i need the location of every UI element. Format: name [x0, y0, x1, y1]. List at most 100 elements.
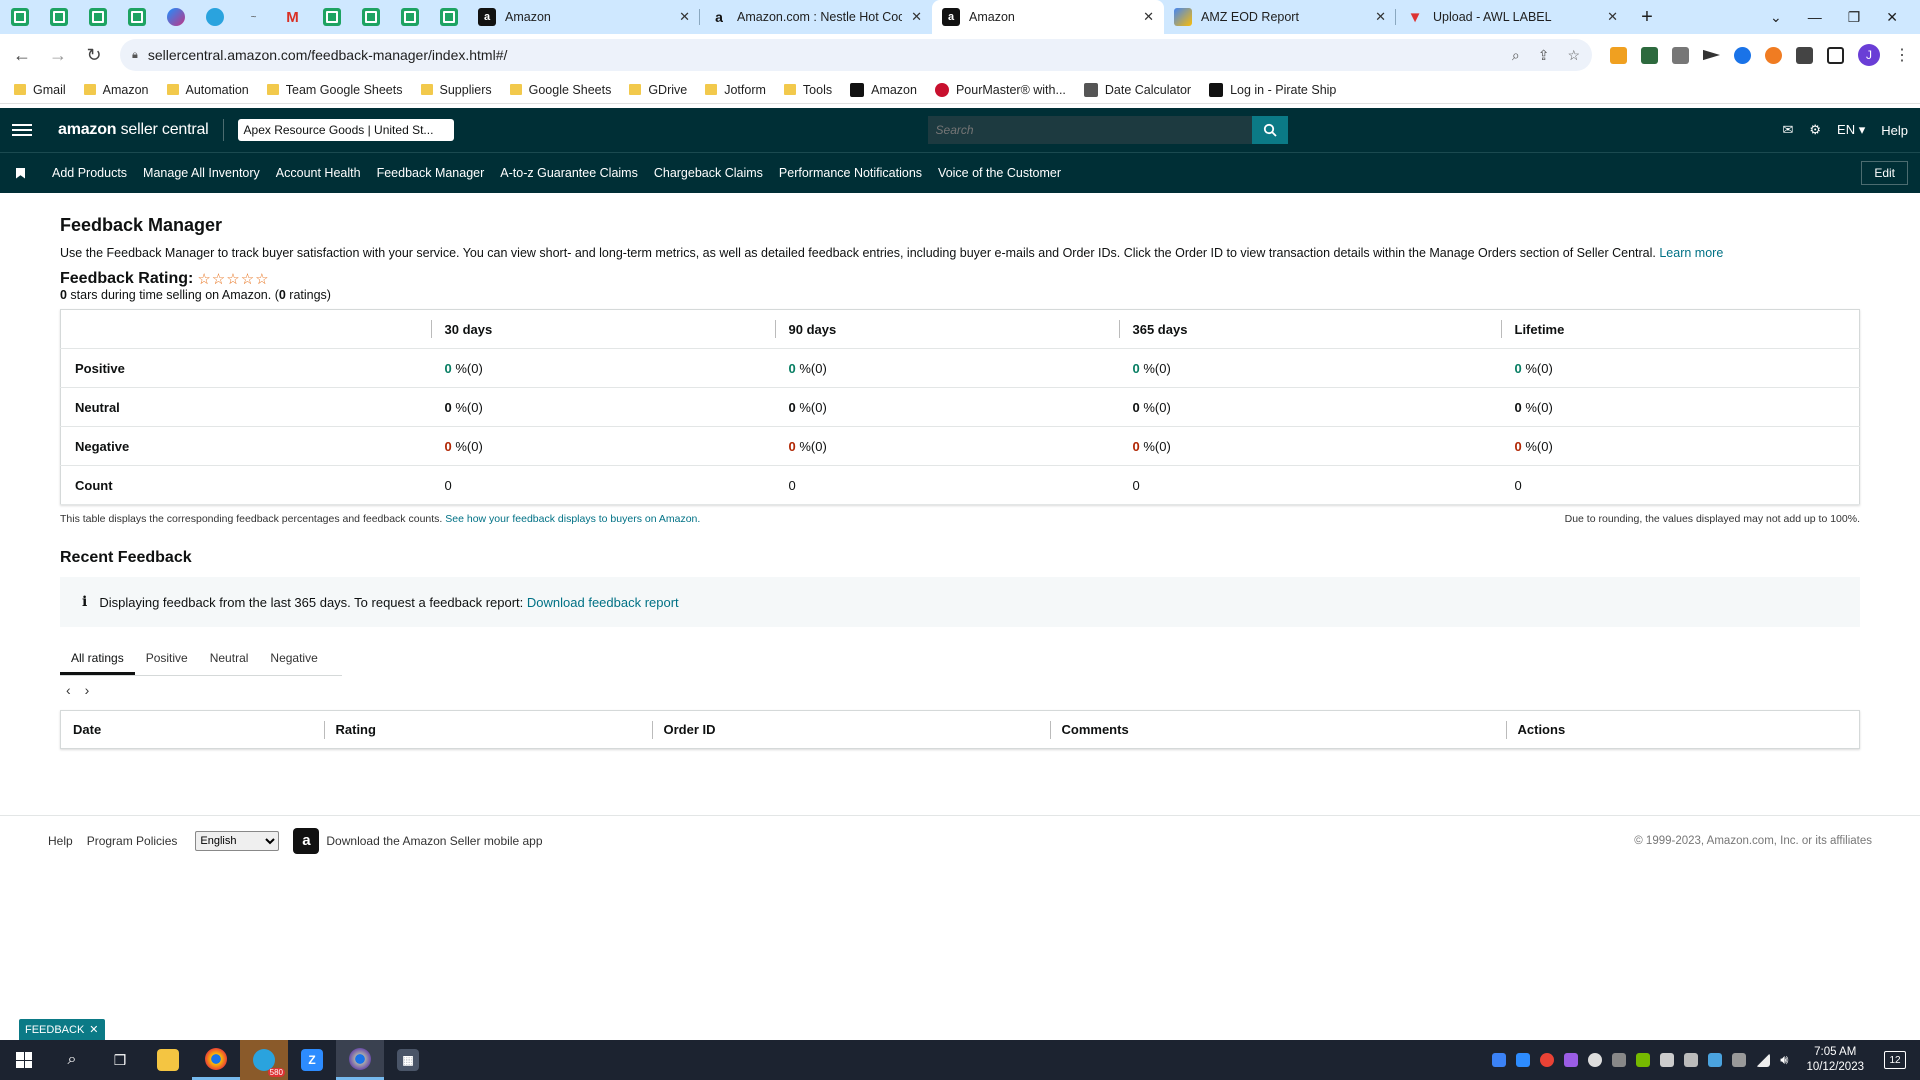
- close-icon[interactable]: ✕: [1375, 9, 1386, 25]
- nav-bookmark-icon[interactable]: [16, 167, 25, 179]
- off-extension-icon[interactable]: [1672, 46, 1689, 64]
- bookmark-jotform[interactable]: Jotform: [705, 83, 766, 97]
- tab-negative[interactable]: Negative: [259, 641, 328, 675]
- nvidia-icon[interactable]: [1636, 1053, 1651, 1067]
- nav-manage-inventory[interactable]: Manage All Inventory: [143, 166, 260, 180]
- learn-more-link[interactable]: Learn more: [1659, 246, 1723, 260]
- edit-nav-button[interactable]: Edit: [1861, 161, 1908, 185]
- cursor-extension-icon[interactable]: [1703, 49, 1720, 61]
- tab-search-icon[interactable]: ⌄: [1770, 9, 1782, 26]
- storage-icon[interactable]: [1612, 1053, 1627, 1067]
- nav-chargeback-claims[interactable]: Chargeback Claims: [654, 166, 763, 180]
- how-feedback-displays-link[interactable]: See how your feedback displays to buyers…: [445, 513, 700, 525]
- pinned-tab-sheets[interactable]: [312, 0, 351, 34]
- close-window-icon[interactable]: ✕: [1886, 9, 1898, 26]
- pinned-tab-sheets[interactable]: [429, 0, 468, 34]
- share-icon[interactable]: ⇪: [1538, 47, 1550, 64]
- bookmark-pourmaster[interactable]: PourMaster® with...: [934, 82, 1066, 97]
- minimize-icon[interactable]: —: [1808, 9, 1822, 25]
- chevron-left-icon[interactable]: ‹: [66, 682, 71, 698]
- battery-icon[interactable]: [1732, 1053, 1747, 1067]
- footer-program-policies-link[interactable]: Program Policies: [87, 834, 178, 848]
- bookmark-amazon-folder[interactable]: Amazon: [83, 83, 149, 97]
- close-icon[interactable]: ✕: [679, 9, 690, 25]
- lock-icon[interactable]: 🔒︎: [132, 49, 138, 62]
- seller-central-logo[interactable]: amazon seller central: [58, 121, 209, 139]
- close-icon[interactable]: ✕: [89, 1023, 98, 1036]
- nav-performance-notifications[interactable]: Performance Notifications: [779, 166, 922, 180]
- system-clock[interactable]: 7:05 AM 10/12/2023: [1806, 1045, 1864, 1075]
- browser-tab-active[interactable]: a Amazon ✕: [932, 0, 1164, 34]
- forward-button[interactable]: →: [44, 41, 72, 69]
- tab-positive[interactable]: Positive: [135, 641, 199, 675]
- hamburger-menu-icon[interactable]: [12, 124, 32, 136]
- account-switcher[interactable]: Apex Resource Goods | United St...: [237, 119, 454, 141]
- keyboard-icon[interactable]: [1708, 1053, 1723, 1067]
- pinned-tab-sheets[interactable]: [351, 0, 390, 34]
- bookmark-team-google-sheets[interactable]: Team Google Sheets: [266, 83, 403, 97]
- side-panel-icon[interactable]: [1827, 46, 1844, 64]
- help-link[interactable]: Help: [1881, 123, 1908, 138]
- language-selector[interactable]: EN ▾: [1837, 122, 1865, 138]
- url-text[interactable]: sellercentral.amazon.com/feedback-manage…: [148, 47, 1502, 63]
- microphone-icon[interactable]: [1660, 1053, 1675, 1067]
- column-header-date[interactable]: Date: [61, 711, 324, 749]
- browser-tab[interactable]: ▼ Upload - AWL LABEL ✕: [1396, 0, 1628, 34]
- download-app-link[interactable]: Download the Amazon Seller mobile app: [326, 834, 542, 848]
- tab-all-ratings[interactable]: All ratings: [60, 641, 135, 675]
- zoom-icon[interactable]: ⌕: [1512, 47, 1520, 64]
- footer-help-link[interactable]: Help: [48, 834, 73, 848]
- notification-center-icon[interactable]: 12: [1884, 1051, 1906, 1069]
- browser-tab[interactable]: a Amazon.com : Nestle Hot Coco ✕: [700, 0, 932, 34]
- taskbar-telegram[interactable]: 580: [240, 1040, 288, 1080]
- address-bar[interactable]: 🔒︎ sellercentral.amazon.com/feedback-man…: [120, 39, 1592, 71]
- bookmark-amazon[interactable]: Amazon: [850, 82, 917, 97]
- bookmark-gdrive[interactable]: GDrive: [629, 83, 687, 97]
- task-view-button[interactable]: ❒: [96, 1040, 144, 1080]
- bookmark-gmail[interactable]: Gmail: [14, 83, 66, 97]
- bluetooth-icon[interactable]: [1492, 1053, 1507, 1067]
- bookmark-tools[interactable]: Tools: [783, 83, 832, 97]
- pinned-tab-sheets[interactable]: [39, 0, 78, 34]
- gear-icon[interactable]: ⚙: [1809, 122, 1821, 138]
- search-input[interactable]: [927, 116, 1252, 144]
- footer-language-select[interactable]: English: [195, 830, 280, 851]
- taskbar-chrome-active[interactable]: [336, 1040, 384, 1080]
- pen-tray-icon[interactable]: [1564, 1053, 1579, 1067]
- zoom-tray-icon[interactable]: [1516, 1053, 1531, 1067]
- js-extension-icon[interactable]: [1610, 46, 1627, 64]
- search-button[interactable]: [1251, 116, 1288, 144]
- new-tab-button[interactable]: +: [1628, 0, 1666, 34]
- nav-account-health[interactable]: Account Health: [276, 166, 361, 180]
- close-icon[interactable]: ✕: [911, 9, 922, 25]
- taskbar-chrome[interactable]: [192, 1040, 240, 1080]
- bookmark-pirate-ship[interactable]: Log in - Pirate Ship: [1209, 82, 1336, 97]
- start-button[interactable]: [0, 1040, 48, 1080]
- browser-tab[interactable]: a Amazon ✕: [468, 0, 700, 34]
- back-button[interactable]: ←: [8, 41, 36, 69]
- close-icon[interactable]: ✕: [1143, 9, 1154, 25]
- taskbar-file-explorer[interactable]: [144, 1040, 192, 1080]
- download-feedback-report-link[interactable]: Download feedback report: [527, 595, 679, 610]
- vpn-extension-icon[interactable]: [1734, 46, 1751, 64]
- nav-add-products[interactable]: Add Products: [52, 166, 127, 180]
- pinned-tab-sheets[interactable]: [0, 0, 39, 34]
- profile-avatar[interactable]: J: [1858, 44, 1880, 66]
- bookmark-star-icon[interactable]: ☆: [1567, 47, 1580, 64]
- rs-extension-icon[interactable]: [1641, 46, 1658, 64]
- bookmark-date-calculator[interactable]: Date Calculator: [1083, 82, 1191, 97]
- pinned-tab-messenger[interactable]: [156, 0, 195, 34]
- onedrive-icon[interactable]: [1588, 1053, 1603, 1067]
- pinned-tab-gmail[interactable]: M: [273, 0, 312, 34]
- nav-feedback-manager[interactable]: Feedback Manager: [377, 166, 485, 180]
- more-menu-icon[interactable]: ⋮: [1894, 45, 1910, 65]
- amazon-app-icon[interactable]: a: [293, 827, 320, 854]
- bookmark-suppliers[interactable]: Suppliers: [420, 83, 492, 97]
- pinned-tab-sheets[interactable]: [390, 0, 429, 34]
- bookmark-google-sheets[interactable]: Google Sheets: [509, 83, 611, 97]
- browser-tab[interactable]: AMZ EOD Report ✕: [1164, 0, 1396, 34]
- puzzle-icon[interactable]: [1796, 46, 1813, 64]
- column-header-rating[interactable]: Rating: [323, 711, 652, 749]
- pinned-tab-sheets[interactable]: [78, 0, 117, 34]
- taskbar-zoom[interactable]: Z: [288, 1040, 336, 1080]
